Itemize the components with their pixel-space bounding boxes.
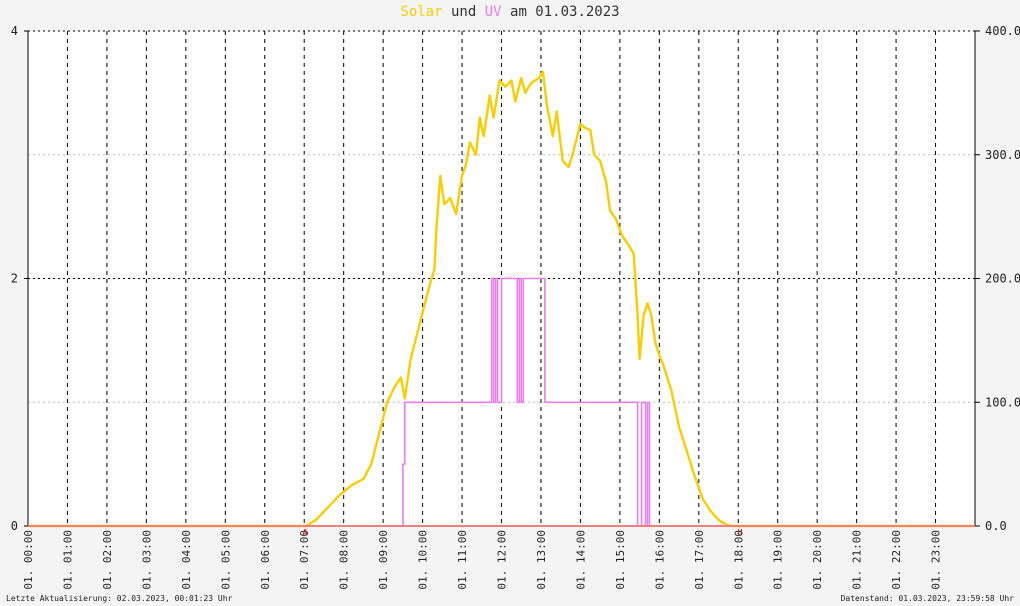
x-tick-label: 01. 11:00 — [456, 530, 469, 590]
title-date: am 01.03.2023 — [510, 4, 620, 20]
x-tick-label: 01. 02:00 — [101, 530, 114, 590]
x-tick-label: 01. 08:00 — [338, 530, 351, 590]
x-tick-label: 01. 14:00 — [574, 530, 587, 590]
x-tick-label: 01. 03:00 — [140, 530, 153, 590]
y-right-tick-label: 200.0 — [985, 272, 1020, 286]
title-solar: Solar — [400, 4, 443, 20]
y-right-tick-label: 400.0 — [985, 24, 1020, 38]
x-tick-label: 01. 09:00 — [377, 530, 390, 590]
x-tick-label: 01. 20:00 — [811, 530, 824, 590]
x-tick-label: 01. 10:00 — [417, 530, 430, 590]
x-tick-label: 01. 16:00 — [653, 530, 666, 590]
x-tick-label: 01. 15:00 — [614, 530, 627, 590]
title-connector: und — [450, 4, 477, 20]
x-tick-label: 01. 22:00 — [890, 530, 903, 590]
x-tick-label: 01. 23:00 — [930, 530, 943, 590]
x-tick-label: 01. 17:00 — [693, 530, 706, 590]
solar-uv-chart: 0 2 4 0.0 100.0 200.0 300.0 400.0 01. 00:00 01. 0… — [11, 24, 1020, 590]
y-right-tick-label: 300.0 — [985, 148, 1020, 162]
x-tick-label: 01. 19:00 — [772, 530, 785, 590]
chart-title: Solar und UV am 01.03.2023 — [0, 4, 1020, 20]
x-tick-label: 01. 07:00 — [298, 530, 311, 590]
y-left-tick-label: 4 — [11, 24, 18, 38]
x-tick-label: 01. 00:00 — [22, 530, 35, 590]
y-right-tick-label: 100.0 — [985, 395, 1020, 409]
x-tick-label: 01. 01:00 — [61, 530, 74, 590]
x-tick-label: 01. 21:00 — [851, 530, 864, 590]
last-update-text: Letzte Aktualisierung: 02.03.2023, 00:01… — [6, 594, 233, 603]
data-state-text: Datenstand: 01.03.2023, 23:59:58 Uhr — [840, 594, 1014, 603]
x-tick-label: 01. 05:00 — [219, 530, 232, 590]
sunset-marker: U — [738, 528, 743, 537]
y-left-tick-label: 2 — [11, 272, 18, 286]
x-tick-label: 01. 18:00 — [732, 530, 745, 590]
x-tick-label: 01. 13:00 — [535, 530, 548, 590]
x-tick-label: 01. 12:00 — [496, 530, 509, 590]
y-right-tick-label: 0.0 — [985, 519, 1007, 533]
x-tick-label: 01. 04:00 — [180, 530, 193, 590]
y-left-tick-label: 0 — [11, 519, 18, 533]
x-tick-label: 01. 06:00 — [259, 530, 272, 590]
title-uv: UV — [484, 4, 502, 20]
sunrise-marker: A — [303, 528, 308, 537]
